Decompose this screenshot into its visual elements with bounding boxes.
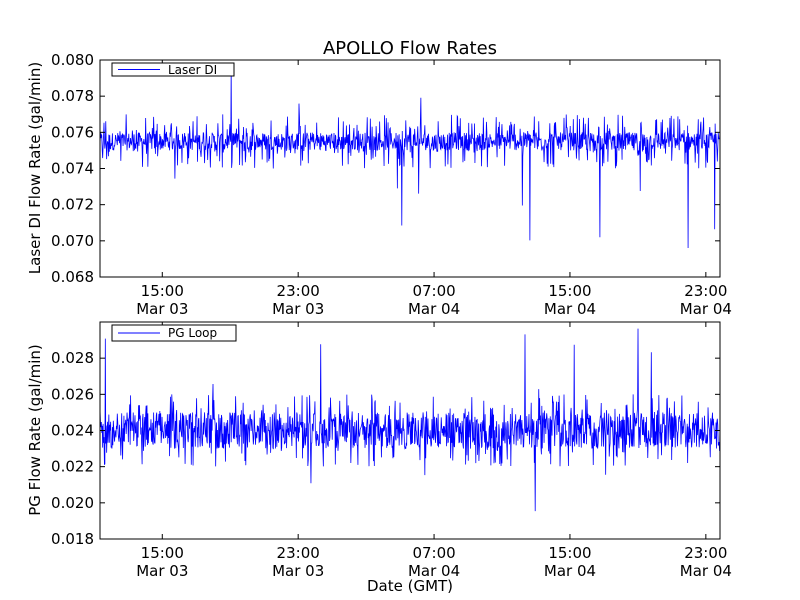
y-tick-label: 0.026 — [51, 385, 94, 403]
x-tick-time-label: 15:00 — [141, 282, 184, 300]
pg-loop-legend-label: PG Loop — [168, 326, 217, 340]
x-tick-time-label: 23:00 — [684, 544, 727, 562]
x-tick-time-label: 15:00 — [548, 544, 591, 562]
flow-rates-figure: APOLLO Flow Rates 0.068 0.070 0.072 0.074 0.… — [0, 0, 800, 600]
x-tick-time-label: 07:00 — [412, 282, 455, 300]
laser-di-legend-label: Laser DI — [168, 63, 217, 77]
x-tick-time-label: 15:00 — [141, 544, 184, 562]
x-tick-date-label: Mar 04 — [544, 300, 596, 318]
figure-title: APOLLO Flow Rates — [323, 38, 497, 59]
x-tick-time-label: 23:00 — [684, 282, 727, 300]
y-tick-label: 0.078 — [51, 87, 94, 105]
x-tick-date-label: Mar 03 — [136, 562, 188, 580]
x-tick-time-label: 07:00 — [412, 544, 455, 562]
x-tick-time-label: 23:00 — [277, 282, 320, 300]
x-axis-label: Date (GMT) — [367, 577, 453, 595]
y-tick-label: 0.018 — [51, 530, 94, 548]
x-tick-date-label: Mar 03 — [272, 300, 324, 318]
pg-loop-legend: PG Loop — [111, 324, 237, 342]
laser-di-y-axis-label: Laser DI Flow Rate (gal/min) — [26, 62, 44, 274]
y-tick-label: 0.080 — [51, 51, 94, 69]
y-tick-label: 0.024 — [51, 422, 94, 440]
y-tick-label: 0.070 — [51, 232, 94, 250]
x-tick-date-label: Mar 03 — [136, 300, 188, 318]
y-tick-label: 0.076 — [51, 123, 94, 141]
y-tick-label: 0.074 — [51, 160, 94, 178]
x-tick-date-label: Mar 04 — [408, 300, 460, 318]
x-tick-date-label: Mar 04 — [680, 300, 732, 318]
y-tick-label: 0.072 — [51, 196, 94, 214]
x-tick-date-label: Mar 04 — [680, 562, 732, 580]
y-tick-label: 0.028 — [51, 349, 94, 367]
x-tick-time-label: 15:00 — [548, 282, 591, 300]
pg-loop-y-axis-label: PG Flow Rate (gal/min) — [26, 344, 44, 516]
laser-di-legend: Laser DI — [111, 62, 235, 77]
x-tick-date-label: Mar 03 — [272, 562, 324, 580]
y-tick-label: 0.020 — [51, 494, 94, 512]
y-tick-label: 0.022 — [51, 458, 94, 476]
x-tick-time-label: 23:00 — [277, 544, 320, 562]
y-tick-label: 0.068 — [51, 268, 94, 286]
x-tick-date-label: Mar 04 — [544, 562, 596, 580]
